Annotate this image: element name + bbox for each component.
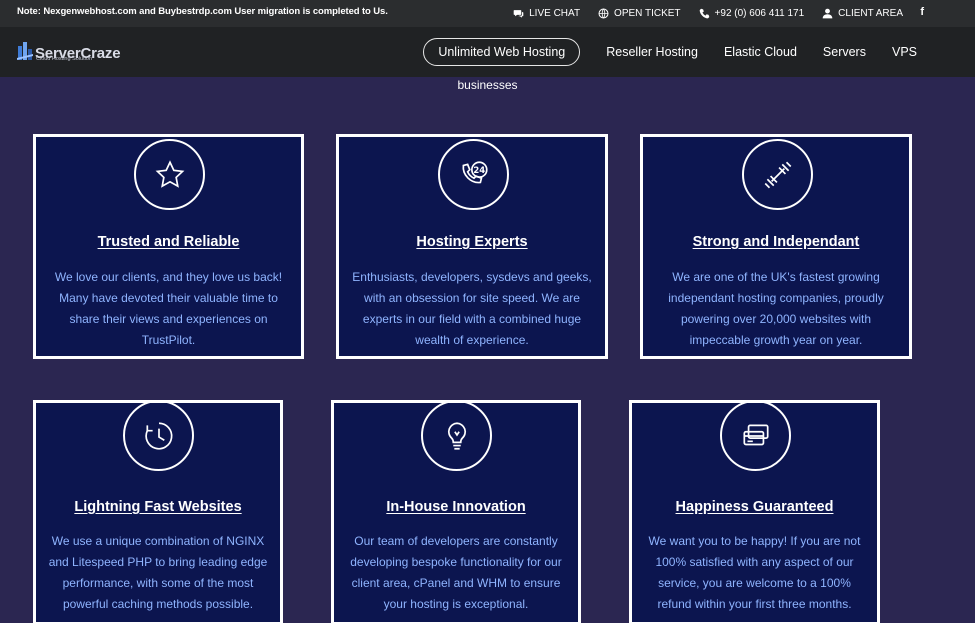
- card-description: Enthusiasts, developers, sysdevs and gee…: [352, 270, 592, 347]
- card-description: We use a unique combination of NGINX and…: [48, 534, 268, 611]
- main-nav: Unlimited Web Hosting Reseller Hosting E…: [423, 37, 917, 67]
- live-chat-label: LIVE CHAT: [529, 8, 581, 19]
- client-area-label: CLIENT AREA: [838, 8, 903, 19]
- top-links: LIVE CHAT OPEN TICKET +92 (0) 606 411 17…: [513, 0, 903, 27]
- user-icon: [822, 8, 833, 19]
- logo-tagline: Cloud Hosting Solution: [36, 56, 92, 62]
- open-ticket-link[interactable]: OPEN TICKET: [598, 8, 681, 19]
- card-title[interactable]: In-House Innovation: [334, 499, 578, 515]
- card-description: We love our clients, and they love us ba…: [54, 270, 283, 347]
- credit-card-icon: [720, 400, 791, 471]
- star-icon: [134, 139, 205, 210]
- card-description: We are one of the UK's fastest growing i…: [668, 270, 884, 347]
- phone-number: +92 (0) 606 411 171: [714, 8, 805, 19]
- nav-elastic-cloud[interactable]: Elastic Cloud: [724, 45, 797, 59]
- clock-icon: [123, 400, 194, 471]
- card-title[interactable]: Hosting Experts: [339, 234, 605, 250]
- lightbulb-icon: [421, 400, 492, 471]
- nav-vps[interactable]: VPS: [892, 45, 917, 59]
- feature-card-happiness: Happiness Guaranteed We want you to be h…: [629, 400, 880, 623]
- intro-text: businesses: [457, 78, 518, 92]
- feature-card-innovation: In-House Innovation Our team of develope…: [331, 400, 581, 623]
- feature-card-strong: Strong and Independant We are one of the…: [640, 134, 912, 359]
- support-24-icon: 24: [438, 139, 509, 210]
- nav-servers[interactable]: Servers: [823, 45, 866, 59]
- globe-icon: [598, 8, 609, 19]
- feature-card-experts: 24 Hosting Experts Enthusiasts, develope…: [336, 134, 608, 359]
- phone-link[interactable]: +92 (0) 606 411 171: [699, 8, 805, 19]
- top-bar: Note: Nexgenwebhost.com and Buybestrdp.c…: [0, 0, 975, 27]
- nav-unlimited-web-hosting[interactable]: Unlimited Web Hosting: [423, 38, 581, 66]
- dumbbell-icon: [742, 139, 813, 210]
- feature-card-fast: Lightning Fast Websites We use a unique …: [33, 400, 283, 623]
- client-area-link[interactable]: CLIENT AREA: [822, 8, 903, 19]
- card-title[interactable]: Lightning Fast Websites: [36, 499, 280, 515]
- svg-text:24: 24: [473, 165, 485, 175]
- nav-reseller-hosting[interactable]: Reseller Hosting: [606, 45, 698, 59]
- card-title[interactable]: Happiness Guaranteed: [632, 499, 877, 515]
- card-title[interactable]: Trusted and Reliable: [36, 234, 301, 250]
- feature-card-trusted: Trusted and Reliable We love our clients…: [33, 134, 304, 359]
- chat-icon: [513, 10, 524, 18]
- logo-mark-icon: [17, 42, 33, 60]
- phone-icon: [699, 8, 709, 19]
- card-description: Our team of developers are constantly de…: [350, 534, 562, 611]
- open-ticket-label: OPEN TICKET: [614, 8, 681, 19]
- migration-note: Note: Nexgenwebhost.com and Buybestrdp.c…: [17, 6, 388, 17]
- live-chat-link[interactable]: LIVE CHAT: [513, 8, 580, 19]
- card-title[interactable]: Strong and Independant: [643, 234, 909, 250]
- card-description: We want you to be happy! If you are not …: [648, 534, 861, 611]
- main-navbar: ServerCraze Cloud Hosting Solution Unlim…: [0, 27, 975, 77]
- facebook-icon[interactable]: f: [920, 6, 924, 18]
